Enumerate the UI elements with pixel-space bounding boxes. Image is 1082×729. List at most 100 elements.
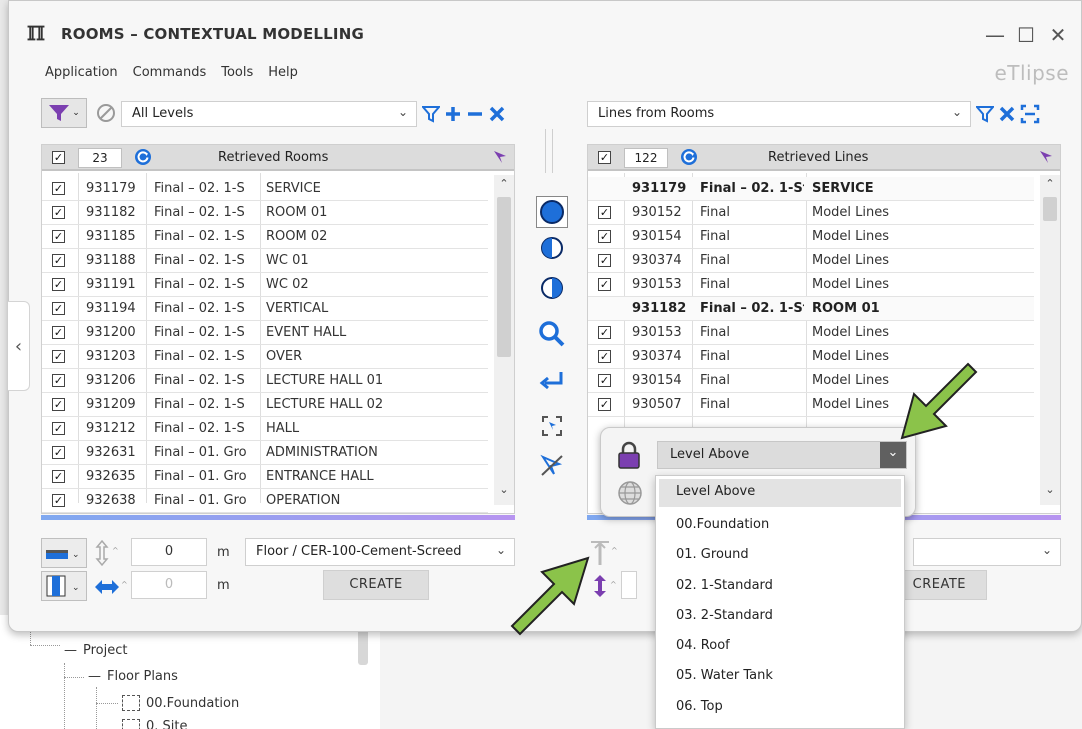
lock-icon[interactable] bbox=[615, 440, 643, 474]
title-bar[interactable]: ℿ ROOMS – CONTEXTUAL MODELLING — ☐ ✕ bbox=[9, 1, 1081, 53]
clear-button[interactable] bbox=[487, 103, 507, 125]
boundary-type-dropdown[interactable]: ⌄ bbox=[41, 571, 87, 601]
table-row[interactable]: ✓ 932635 Final – 01. Gro ENTRANCE HALL bbox=[42, 465, 488, 489]
table-row[interactable]: ✓ 931188 Final – 02. 1-S WC 01 bbox=[42, 249, 488, 273]
level-option[interactable]: 02. 1-Standard bbox=[656, 571, 904, 601]
tree-item-foundation[interactable]: 00.Foundation bbox=[122, 695, 239, 711]
table-row[interactable]: ✓ 932638 Final – 01. Gro OPERATION bbox=[42, 489, 488, 513]
table-row[interactable]: ✓ 931212 Final – 02. 1-S HALL bbox=[42, 417, 488, 441]
row-checkbox[interactable]: ✓ bbox=[52, 254, 65, 267]
chevron-up-icon[interactable]: ⌃ bbox=[1040, 177, 1060, 190]
menu-help[interactable]: Help bbox=[268, 65, 298, 80]
minimize-button[interactable]: — bbox=[985, 23, 1005, 47]
refresh-lines-button[interactable] bbox=[680, 148, 698, 170]
table-row[interactable]: ✓ 931191 Final – 02. 1-S WC 02 bbox=[42, 273, 488, 297]
table-row[interactable]: ✓ 930374 Final Model Lines bbox=[588, 249, 1034, 273]
table-row[interactable]: ✓ 931185 Final – 02. 1-S ROOM 02 bbox=[42, 225, 488, 249]
deselect-button[interactable] bbox=[536, 450, 568, 482]
tree-item-project[interactable]: — Project bbox=[64, 643, 127, 658]
row-checkbox[interactable]: ✓ bbox=[52, 182, 65, 195]
chevron-down-icon[interactable]: ⌄ bbox=[1040, 483, 1060, 496]
add-button[interactable] bbox=[443, 103, 463, 125]
level-option[interactable]: 05. Water Tank bbox=[656, 661, 904, 691]
row-checkbox[interactable]: ✓ bbox=[598, 254, 611, 267]
remove-button[interactable] bbox=[465, 103, 485, 125]
collapse-icon[interactable]: — bbox=[64, 643, 77, 658]
row-checkbox[interactable]: ✓ bbox=[598, 350, 611, 363]
select-all-tool[interactable] bbox=[536, 196, 568, 228]
chevron-down-icon[interactable]: ⌄ bbox=[880, 442, 906, 468]
row-checkbox[interactable]: ✓ bbox=[52, 278, 65, 291]
globe-icon[interactable] bbox=[617, 480, 643, 510]
tree-item-site[interactable]: 0. Site bbox=[122, 719, 188, 729]
collapse-icon[interactable]: — bbox=[88, 669, 101, 684]
chevron-down-icon[interactable]: ⌄ bbox=[494, 483, 514, 496]
table-row[interactable]: ✓ 930152 Final Model Lines bbox=[588, 201, 1034, 225]
zoom-button[interactable] bbox=[536, 317, 568, 351]
select-right-tool[interactable] bbox=[536, 272, 568, 304]
row-checkbox[interactable]: ✓ bbox=[598, 326, 611, 339]
row-checkbox[interactable]: ✓ bbox=[52, 374, 65, 387]
offset-input[interactable]: 0 bbox=[131, 538, 207, 566]
height-input[interactable] bbox=[621, 571, 637, 599]
row-checkbox[interactable]: ✓ bbox=[52, 494, 65, 507]
select-all-lines-checkbox[interactable]: ✓ bbox=[598, 151, 611, 164]
chevron-up-icon[interactable]: ⌃ bbox=[494, 177, 514, 190]
select-left-tool[interactable] bbox=[536, 232, 568, 264]
row-checkbox[interactable]: ✓ bbox=[598, 398, 611, 411]
filter-dropdown-button[interactable]: ⌄ bbox=[41, 98, 87, 128]
create-rooms-button[interactable]: CREATE bbox=[323, 570, 429, 600]
line-type-select[interactable]: ⌄ bbox=[913, 538, 1061, 566]
table-row[interactable]: ✓ 931179 Final – 02. 1-S SERVICE bbox=[42, 177, 488, 201]
maximize-button[interactable]: ☐ bbox=[1017, 23, 1035, 47]
row-checkbox[interactable]: ✓ bbox=[52, 470, 65, 483]
level-select[interactable]: Level Above ⌄ bbox=[657, 441, 907, 469]
element-type-dropdown[interactable]: ⌄ bbox=[41, 538, 87, 568]
close-button[interactable]: ✕ bbox=[1049, 23, 1067, 47]
table-row[interactable]: ✓ 930153 Final Model Lines bbox=[588, 273, 1034, 297]
row-checkbox[interactable]: ✓ bbox=[52, 446, 65, 459]
apply-filter-button[interactable] bbox=[421, 103, 441, 125]
menu-application[interactable]: Application bbox=[45, 65, 118, 80]
menu-tools[interactable]: Tools bbox=[221, 65, 253, 80]
level-option[interactable]: 06. Top bbox=[656, 692, 904, 722]
table-row[interactable]: ✓ 930154 Final Model Lines bbox=[588, 225, 1034, 249]
row-checkbox[interactable]: ✓ bbox=[52, 422, 65, 435]
table-row[interactable]: ✓ 931206 Final – 02. 1-S LECTURE HALL 01 bbox=[42, 369, 488, 393]
table-row[interactable]: ✓ 931182 Final – 02. 1-S ROOM 01 bbox=[42, 201, 488, 225]
apply-line-filter-button[interactable] bbox=[975, 103, 995, 125]
scrollbar-thumb[interactable] bbox=[1043, 197, 1057, 221]
row-checkbox[interactable]: ✓ bbox=[598, 374, 611, 387]
table-row[interactable]: ✓ 931209 Final – 02. 1-S LECTURE HALL 02 bbox=[42, 393, 488, 417]
group-row[interactable]: 931182 Final – 02. 1-St ROOM 01 bbox=[588, 297, 1034, 321]
width-input[interactable]: 0 bbox=[131, 571, 207, 599]
menu-commands[interactable]: Commands bbox=[133, 65, 207, 80]
row-checkbox[interactable]: ✓ bbox=[598, 230, 611, 243]
table-row[interactable]: ✓ 931200 Final – 02. 1-S EVENT HALL bbox=[42, 321, 488, 345]
panel-splitter[interactable] bbox=[545, 129, 553, 173]
select-lines-in-model-button[interactable] bbox=[1038, 149, 1054, 169]
level-filter-select[interactable]: All Levels ⌄ bbox=[121, 101, 417, 127]
table-row[interactable]: ✓ 932631 Final – 01. Gro ADMINISTRATION bbox=[42, 441, 488, 465]
transfer-button[interactable] bbox=[536, 365, 568, 397]
clear-filter-button[interactable] bbox=[93, 101, 119, 125]
refresh-button[interactable] bbox=[134, 148, 152, 170]
row-checkbox[interactable]: ✓ bbox=[52, 350, 65, 363]
table-row[interactable]: ✓ 931194 Final – 02. 1-S VERTICAL bbox=[42, 297, 488, 321]
level-option[interactable]: 01. Ground bbox=[656, 540, 904, 570]
tree-item-floor-plans[interactable]: — Floor Plans bbox=[88, 669, 178, 684]
row-checkbox[interactable]: ✓ bbox=[52, 302, 65, 315]
fit-selection-button[interactable] bbox=[536, 411, 568, 441]
rooms-scrollbar[interactable]: ⌃ ⌄ bbox=[494, 175, 514, 505]
floor-type-select[interactable]: Floor / CER-100-Cement-Screed ⌄ bbox=[245, 538, 515, 566]
level-option[interactable]: 04. Roof bbox=[656, 631, 904, 661]
level-option[interactable]: 03. 2-Standard bbox=[656, 601, 904, 631]
group-row[interactable]: 931179 Final – 02. 1-St SERVICE bbox=[588, 177, 1034, 201]
clear-lines-button[interactable] bbox=[997, 103, 1017, 125]
table-row[interactable]: ✓ 931203 Final – 02. 1-S OVER bbox=[42, 345, 488, 369]
table-row[interactable]: ✓ 930153 Final Model Lines bbox=[588, 321, 1034, 345]
select-in-model-button[interactable] bbox=[492, 149, 508, 169]
row-checkbox[interactable]: ✓ bbox=[52, 206, 65, 219]
row-checkbox[interactable]: ✓ bbox=[52, 230, 65, 243]
level-option[interactable]: 00.Foundation bbox=[656, 510, 904, 540]
